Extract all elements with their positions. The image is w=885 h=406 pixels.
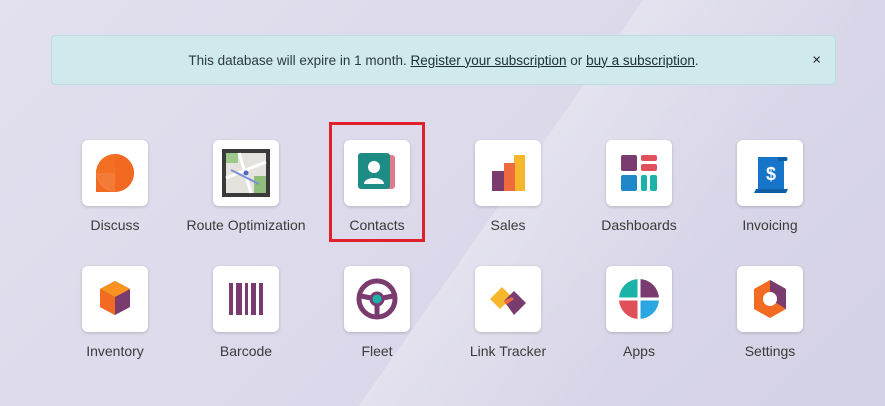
app-contacts[interactable]: Contacts [312, 140, 442, 250]
register-subscription-link[interactable]: Register your subscription [410, 53, 566, 68]
contacts-icon[interactable] [344, 140, 410, 206]
dashboards-icon[interactable] [606, 140, 672, 206]
app-label: Link Tracker [469, 343, 547, 359]
app-label: Fleet [361, 343, 393, 359]
app-label: Barcode [219, 343, 273, 359]
app-settings[interactable]: Settings [705, 266, 835, 376]
app-label: Dashboards [601, 217, 677, 233]
fleet-icon[interactable] [344, 266, 410, 332]
app-apps[interactable]: Apps [574, 266, 704, 376]
app-sales[interactable]: Sales [443, 140, 573, 250]
close-banner-button[interactable]: × [812, 52, 821, 69]
app-route-optimization[interactable]: Route Optimization [181, 140, 311, 250]
buy-subscription-link[interactable]: buy a subscription [586, 53, 695, 68]
settings-icon[interactable] [737, 266, 803, 332]
apps-icon[interactable] [606, 266, 672, 332]
app-label: Sales [490, 217, 526, 233]
invoicing-icon[interactable]: $ [737, 140, 803, 206]
app-fleet[interactable]: Fleet [312, 266, 442, 376]
barcode-icon[interactable] [213, 266, 279, 332]
app-label: Apps [623, 343, 655, 359]
svg-text:$: $ [766, 164, 776, 184]
app-invoicing[interactable]: $ Invoicing [705, 140, 835, 250]
banner-separator: or [566, 52, 587, 68]
app-label: Discuss [90, 217, 140, 233]
app-link-tracker[interactable]: Link Tracker [443, 266, 573, 376]
inventory-icon[interactable] [82, 266, 148, 332]
app-dashboards[interactable]: Dashboards [574, 140, 704, 250]
link-tracker-icon[interactable] [475, 266, 541, 332]
app-label: Inventory [86, 343, 144, 359]
app-label: Contacts [349, 217, 405, 233]
app-inventory[interactable]: Inventory [50, 266, 180, 376]
app-label: Invoicing [742, 217, 798, 233]
sales-icon[interactable] [475, 140, 541, 206]
app-label: Route Optimization [186, 217, 306, 233]
app-barcode[interactable]: Barcode [181, 266, 311, 376]
app-discuss[interactable]: Discuss [50, 140, 180, 250]
expiration-banner: This database will expire in 1 month. Re… [51, 35, 836, 85]
banner-text: This database will expire in 1 month. [188, 52, 411, 68]
route-map-icon[interactable] [213, 140, 279, 206]
discuss-icon[interactable] [82, 140, 148, 206]
banner-suffix: . [694, 52, 699, 68]
app-label: Settings [744, 343, 796, 359]
